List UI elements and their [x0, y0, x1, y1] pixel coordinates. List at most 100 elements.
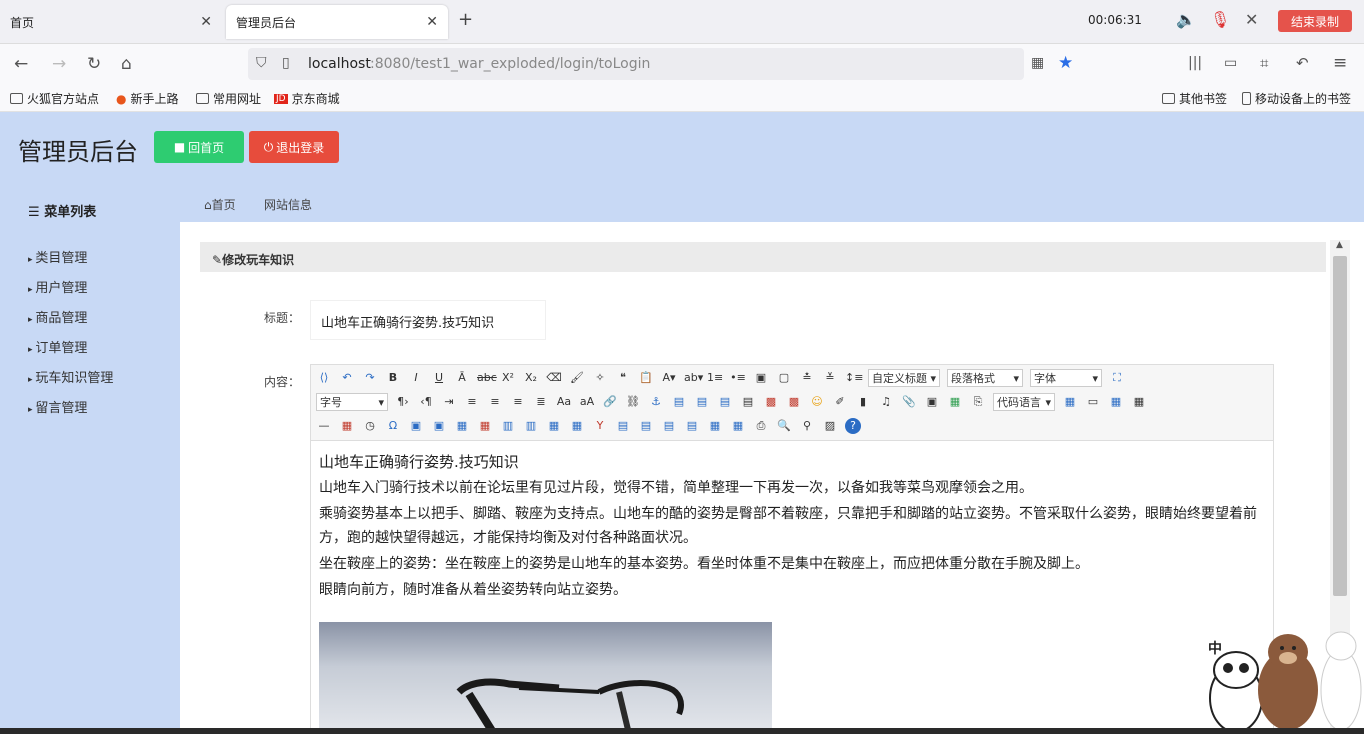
table-properties-icon[interactable]: ▦ [707, 418, 723, 434]
qr-code-icon[interactable]: ▦ [1031, 55, 1044, 71]
quote-icon[interactable]: ❝ [615, 370, 631, 386]
editor-content[interactable]: 山地车正确骑行姿势.技巧知识 山地车入门骑行技术以前在论坛里有见过片段，觉得不错… [319, 450, 1269, 604]
align-center-icon[interactable]: ≡ [487, 394, 503, 410]
sidebar-item-products[interactable]: ▸ 商品管理 [28, 307, 87, 326]
sidebar-item-users[interactable]: ▸ 用户管理 [28, 277, 87, 296]
word-image-icon[interactable]: ▣ [431, 418, 447, 434]
bookmark-star-icon[interactable]: ★ [1058, 53, 1073, 73]
scrawl-icon[interactable]: ✐ [832, 394, 848, 410]
background-icon[interactable]: ▭ [1085, 394, 1101, 410]
insert-col-icon[interactable]: ▥ [500, 418, 516, 434]
redo-icon[interactable]: ↷ [362, 370, 378, 386]
home-icon[interactable]: ⌂ [121, 54, 132, 74]
bookmark-item[interactable]: JD 京东商城 [274, 90, 340, 107]
horizontal-line-icon[interactable]: — [316, 418, 332, 434]
music-icon[interactable]: ♫ [878, 394, 894, 410]
auto-format-icon[interactable]: ✧ [592, 370, 608, 386]
insert-table-icon[interactable]: ▦ [1108, 394, 1124, 410]
back-icon[interactable]: ← [14, 54, 28, 74]
image-left-icon[interactable]: ▤ [694, 394, 710, 410]
sidebar-item-knowledge[interactable]: ▸ 玩车知识管理 [28, 367, 113, 386]
template-icon[interactable]: ▦ [1062, 394, 1078, 410]
scrollbar-thumb[interactable] [1333, 256, 1347, 596]
close-icon[interactable]: ✕ [1245, 10, 1258, 29]
uppercase-icon[interactable]: Aa [556, 394, 572, 410]
unlink-icon[interactable]: ⛓ [625, 394, 641, 410]
insert-frame-icon[interactable]: ▣ [924, 394, 940, 410]
time-icon[interactable]: ◷ [362, 418, 378, 434]
emotion-icon[interactable]: ☺ [809, 394, 825, 410]
rtl-icon[interactable]: ‹¶ [418, 394, 434, 410]
library-icon[interactable]: ||| [1188, 55, 1202, 71]
image-right-icon[interactable]: ▤ [717, 394, 733, 410]
image-center-icon[interactable]: ▤ [740, 394, 756, 410]
eraser-icon[interactable]: ⌫ [546, 370, 562, 386]
page-break-icon[interactable]: ⎘ [970, 394, 986, 410]
breadcrumb-site-info[interactable]: 网站信息 [264, 196, 312, 213]
unordered-list-icon[interactable]: •≡ [730, 370, 746, 386]
font-color-icon[interactable]: A▾ [661, 370, 677, 386]
mobile-bookmarks[interactable]: 移动设备上的书签 [1242, 90, 1351, 107]
new-tab-icon[interactable]: + [458, 9, 473, 30]
cell-properties-icon[interactable]: ▦ [730, 418, 746, 434]
ordered-list-icon[interactable]: 1≡ [707, 370, 723, 386]
select-all-icon[interactable]: ▣ [753, 370, 769, 386]
delete-row-icon[interactable]: ▦ [477, 418, 493, 434]
crop-icon[interactable]: ⌗ [1260, 54, 1268, 72]
split-cells-icon[interactable]: ▤ [615, 418, 631, 434]
forward-icon[interactable]: → [52, 54, 66, 74]
bookmark-item[interactable]: ● 新手上路 [116, 90, 179, 107]
snapscreen-icon[interactable]: ▣ [408, 418, 424, 434]
delete-table-icon[interactable]: ▦ [1131, 394, 1147, 410]
attachment-icon[interactable]: 📎 [901, 394, 917, 410]
align-left-icon[interactable]: ≡ [464, 394, 480, 410]
reload-icon[interactable]: ↻ [87, 54, 101, 74]
breadcrumb-home[interactable]: ⌂首页 [204, 196, 236, 213]
strikethrough-icon[interactable]: abc [477, 370, 497, 386]
format-painter-icon[interactable]: 🖌 [569, 370, 585, 386]
superscript-icon[interactable]: X² [500, 370, 516, 386]
print-icon[interactable]: ⎙ [753, 418, 769, 434]
align-right-icon[interactable]: ≡ [510, 394, 526, 410]
browser-tab-admin[interactable]: 管理员后台 ✕ [226, 5, 448, 39]
anchor-icon[interactable]: ⚓ [648, 394, 664, 410]
undo-icon[interactable]: ↶ [339, 370, 355, 386]
undo-icon[interactable]: ↶ [1296, 54, 1309, 72]
home-button[interactable]: ■ 回首页 [154, 131, 244, 163]
title-input[interactable]: 山地车正确骑行姿势.技巧知识 [310, 300, 546, 340]
paragraph-select[interactable]: 段落格式 ▾ [947, 369, 1023, 387]
other-bookmarks[interactable]: 其他书签 [1162, 90, 1227, 107]
row-spacing-top-icon[interactable]: ≛ [799, 370, 815, 386]
sidebar-icon[interactable]: ▭ [1224, 55, 1237, 71]
row-spacing-bottom-icon[interactable]: ≚ [822, 370, 838, 386]
justify-icon[interactable]: ≣ [533, 394, 549, 410]
browser-tab-home[interactable]: 首页 ✕ [0, 5, 222, 39]
mic-muted-icon[interactable]: 🎙 [1210, 10, 1230, 29]
split-rows-icon[interactable]: ▤ [638, 418, 654, 434]
bookmark-item[interactable]: 常用网址 [196, 90, 261, 107]
preview-icon[interactable]: 🔍 [776, 418, 792, 434]
close-icon[interactable]: ✕ [426, 14, 438, 30]
fullscreen-icon[interactable]: ⛶ [1109, 370, 1125, 386]
italic-icon[interactable]: I [408, 370, 424, 386]
logout-button[interactable]: ⏻ 退出登录 [249, 131, 339, 163]
border-icon[interactable]: Ā [454, 370, 470, 386]
code-language-select[interactable]: 代码语言 ▾ [993, 393, 1055, 411]
merge-cells-icon[interactable]: ▦ [546, 418, 562, 434]
speaker-icon[interactable]: 🔈 [1176, 10, 1196, 29]
insert-row-icon[interactable]: ▦ [454, 418, 470, 434]
help-icon[interactable]: ? [845, 418, 861, 434]
lowercase-icon[interactable]: aA [579, 394, 595, 410]
underline-icon[interactable]: U [431, 370, 447, 386]
drafts-icon[interactable]: ▨ [822, 418, 838, 434]
source-icon[interactable]: ⟨⟩ [316, 370, 332, 386]
insert-image-icon[interactable]: ▩ [786, 394, 802, 410]
merge-down-icon[interactable]: Y [592, 418, 608, 434]
indent-icon[interactable]: ⇥ [441, 394, 457, 410]
sidebar-item-orders[interactable]: ▸ 订单管理 [28, 337, 87, 356]
delete-col-icon[interactable]: ▥ [523, 418, 539, 434]
line-height-icon[interactable]: ↕≡ [845, 370, 863, 386]
shield-icon[interactable]: ⛉ [256, 55, 267, 71]
font-family-select[interactable]: 字体 ▾ [1030, 369, 1102, 387]
close-icon[interactable]: ✕ [200, 14, 212, 30]
